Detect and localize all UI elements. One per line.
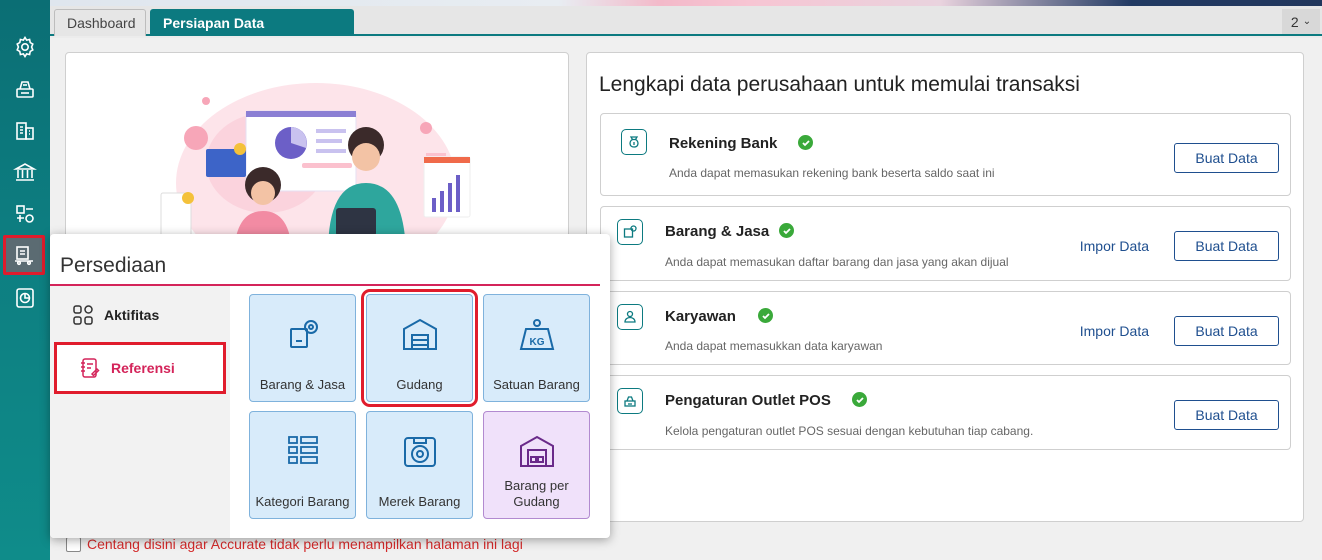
check-icon — [852, 392, 867, 407]
open-tabs-dropdown[interactable]: 2 ⌄ — [1282, 9, 1320, 34]
outlet-icon — [617, 388, 643, 414]
popup-category-list: Aktifitas Referensi — [50, 286, 230, 538]
category-list-icon — [287, 436, 318, 464]
warehouse-icon — [402, 318, 437, 350]
tile-gudang[interactable]: Gudang — [361, 289, 478, 407]
bank-icon[interactable] — [9, 156, 41, 188]
card-desc: Anda dapat memasukan rekening bank beser… — [669, 166, 995, 180]
popup-item-referensi[interactable]: Referensi — [54, 342, 226, 394]
chevron-down-icon: ⌄ — [1302, 16, 1312, 27]
inventory-icon[interactable] — [3, 235, 45, 275]
check-icon — [798, 135, 813, 150]
tile-label: Gudang — [396, 377, 443, 392]
card-title: Karyawan — [665, 308, 736, 325]
tile-satuan-barang[interactable]: KG Satuan Barang — [483, 294, 590, 402]
setup-panel: Lengkapi data perusahaan untuk memulai t… — [586, 52, 1304, 522]
cash-register-icon[interactable] — [9, 73, 41, 105]
card-desc: Anda dapat memasukkan data karyawan — [665, 339, 883, 353]
svg-text:KG: KG — [529, 337, 544, 348]
warehouse-goods-icon — [519, 435, 554, 467]
persediaan-popup-menu: Persediaan Aktifitas Referensi Barang & … — [50, 234, 610, 538]
tile-label: Barang per Gudang — [504, 478, 569, 509]
tile-label: Barang & Jasa — [259, 377, 346, 392]
dont-show-again[interactable]: Centang disini agar Accurate tidak perlu… — [66, 536, 523, 552]
popup-title: Persediaan — [60, 254, 167, 277]
card-karyawan: Karyawan Anda dapat memasukkan data kary… — [600, 291, 1291, 365]
impor-data-link[interactable]: Impor Data — [1080, 238, 1149, 254]
tab-count-label: 2 — [1290, 13, 1299, 30]
tile-kategori-barang[interactable]: Kategori Barang — [249, 411, 356, 519]
buat-data-button[interactable]: Buat Data — [1174, 316, 1279, 346]
card-pengaturan-outlet-pos: Pengaturan Outlet POS Kelola pengaturan … — [600, 375, 1291, 450]
tab-dashboard[interactable]: Dashboard — [54, 9, 146, 36]
product-box-icon — [289, 320, 318, 348]
card-desc: Kelola pengaturan outlet POS sesuai deng… — [665, 424, 1034, 438]
employee-icon — [617, 304, 643, 330]
tile-label: Kategori Barang — [255, 494, 350, 509]
popup-item-label: Referensi — [111, 360, 175, 376]
card-title: Pengaturan Outlet POS — [665, 392, 831, 409]
popup-item-label: Aktifitas — [104, 307, 160, 323]
impor-data-link[interactable]: Impor Data — [1080, 323, 1149, 339]
brand-badge-icon — [403, 437, 436, 467]
activity-grid-icon — [73, 305, 93, 325]
tile-label: Merek Barang — [378, 494, 461, 509]
tab-persiapan-data-perusahaan[interactable]: Persiapan Data Perusahaan — [150, 9, 354, 57]
check-icon — [779, 223, 794, 238]
tile-merek-barang[interactable]: Merek Barang — [366, 411, 473, 519]
card-desc: Anda dapat memasukan daftar barang dan j… — [665, 255, 1009, 269]
buat-data-button[interactable]: Buat Data — [1174, 143, 1279, 173]
weight-kg-icon: KG — [519, 319, 554, 350]
building-icon[interactable] — [9, 115, 41, 147]
card-title: Rekening Bank — [669, 135, 778, 152]
card-barang-jasa: Barang & Jasa Anda dapat memasukan dafta… — [600, 206, 1291, 281]
onboarding-illustration — [160, 83, 471, 253]
check-icon — [758, 308, 773, 323]
setup-title: Lengkapi data perusahaan untuk memulai t… — [599, 73, 1080, 96]
card-rekening-bank: Rekening Bank Anda dapat memasukan reken… — [600, 113, 1291, 196]
buat-data-button[interactable]: Buat Data — [1174, 231, 1279, 261]
tile-label: Satuan Barang — [493, 377, 580, 392]
tile-barang-jasa[interactable]: Barang & Jasa — [249, 294, 356, 402]
tab-bar: Dashboard Persiapan Data Perusahaan 2 ⌄ — [50, 6, 1322, 57]
product-box-icon — [617, 219, 643, 245]
report-icon[interactable] — [9, 282, 41, 314]
tile-barang-per-gudang[interactable]: Barang per Gudang — [483, 411, 590, 519]
dont-show-again-checkbox[interactable] — [66, 536, 81, 552]
buat-data-button[interactable]: Buat Data — [1174, 400, 1279, 430]
popup-item-aktifitas[interactable]: Aktifitas — [50, 289, 230, 341]
dont-show-again-label: Centang disini agar Accurate tidak perlu… — [87, 536, 523, 552]
reference-book-icon — [81, 358, 100, 378]
money-bag-icon — [621, 129, 647, 155]
card-title: Barang & Jasa — [665, 223, 770, 240]
settings-icon[interactable] — [9, 31, 41, 63]
production-icon[interactable] — [9, 198, 41, 230]
left-sidebar — [0, 0, 50, 560]
